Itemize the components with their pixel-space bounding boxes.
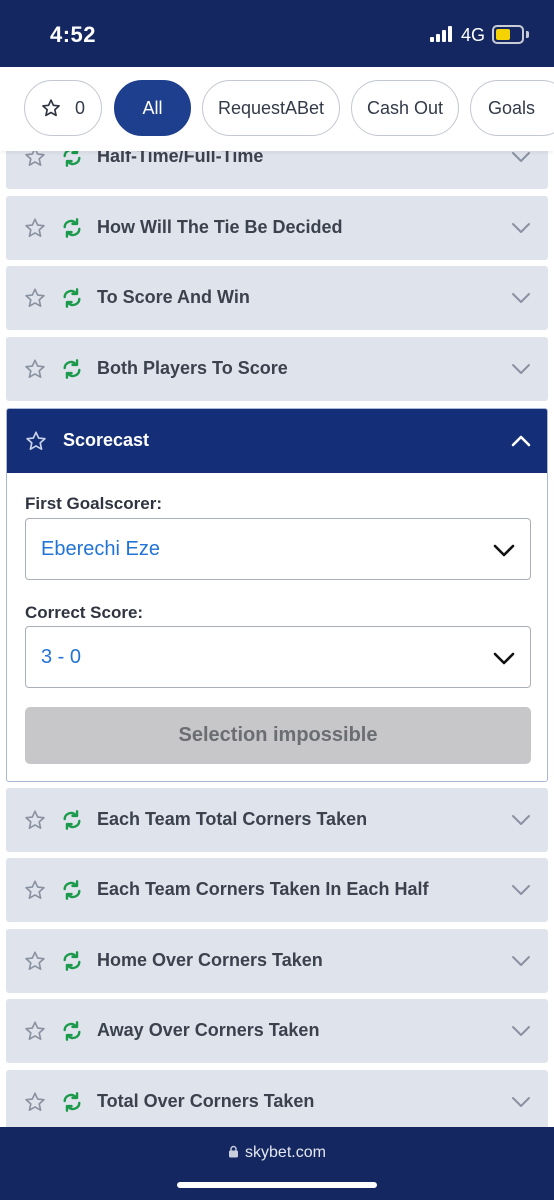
chevron-down-icon	[512, 956, 530, 966]
browser-bar: skybet.com	[0, 1127, 554, 1200]
correct-score-label: Correct Score:	[25, 603, 144, 622]
cash-out-icon	[63, 1092, 81, 1112]
battery-tip	[526, 31, 529, 38]
star-icon[interactable]	[24, 950, 46, 972]
network-type: 4G	[461, 25, 486, 45]
market-title: How Will The Tie Be Decided	[97, 217, 343, 237]
star-icon[interactable]	[24, 287, 46, 309]
first-goalscorer-select[interactable]: Eberechi Eze	[25, 518, 531, 580]
correct-score-value: 3 - 0	[41, 646, 82, 668]
cash-out-icon	[63, 218, 81, 238]
market-title: Each Team Corners Taken In Each Half	[97, 879, 429, 899]
star-icon[interactable]	[24, 1020, 46, 1042]
filter-pill-cash-out[interactable]: Cash Out	[351, 80, 459, 136]
star-icon[interactable]	[24, 217, 46, 239]
market-title: Each Team Total Corners Taken	[97, 809, 368, 829]
filter-bar: 0 All RequestABet Cash Out Goals	[0, 67, 554, 151]
chevron-down-icon	[512, 223, 530, 233]
market-row[interactable]: How Will The Tie Be Decided	[6, 196, 548, 260]
market-row[interactable]: Each Team Corners Taken In Each Half	[6, 858, 548, 922]
status-time: 4:52	[50, 22, 97, 47]
cash-out-icon	[63, 810, 81, 830]
filter-pill-goals[interactable]: Goals	[470, 80, 554, 136]
home-indicator[interactable]	[177, 1182, 377, 1188]
chevron-down-icon	[493, 544, 515, 557]
cash-out-icon	[63, 951, 81, 971]
favourites-filter-pill[interactable]: 0	[24, 80, 102, 136]
market-row[interactable]: Both Players To Score	[6, 337, 548, 401]
correct-score-select[interactable]: 3 - 0	[25, 626, 531, 688]
cash-out-icon	[63, 1021, 81, 1041]
market-row[interactable]: Total Over Corners Taken	[6, 1070, 548, 1134]
cash-out-icon	[63, 359, 81, 379]
market-row[interactable]: Away Over Corners Taken	[6, 999, 548, 1063]
chevron-up-icon	[511, 435, 531, 447]
chevron-down-icon	[512, 815, 530, 825]
selection-impossible-button[interactable]: Selection impossible	[25, 707, 531, 764]
address-bar[interactable]: skybet.com	[0, 1144, 554, 1162]
star-icon[interactable]	[25, 430, 47, 452]
scorecast-panel: Scorecast First Goalscorer: Eberechi Eze…	[6, 408, 548, 782]
chevron-down-icon	[512, 885, 530, 895]
market-title: Away Over Corners Taken	[97, 1020, 320, 1040]
chevron-down-icon	[493, 652, 515, 665]
star-icon[interactable]	[24, 358, 46, 380]
star-icon[interactable]	[24, 809, 46, 831]
scorecast-title: Scorecast	[63, 430, 150, 450]
market-title: Total Over Corners Taken	[97, 1091, 315, 1111]
market-title: Home Over Corners Taken	[97, 950, 323, 970]
market-title: To Score And Win	[97, 287, 250, 307]
chevron-down-icon	[512, 364, 530, 374]
first-goalscorer-label: First Goalscorer:	[25, 494, 162, 513]
favourites-count: 0	[74, 97, 85, 118]
star-icon[interactable]	[24, 879, 46, 901]
lock-icon	[229, 1145, 239, 1158]
market-row[interactable]: Home Over Corners Taken	[6, 929, 548, 993]
chevron-down-icon	[512, 1097, 530, 1107]
url-text: skybet.com	[245, 1144, 326, 1161]
scorecast-header[interactable]: Scorecast	[7, 409, 547, 473]
signal-icon	[430, 26, 454, 42]
market-title: Both Players To Score	[97, 358, 288, 378]
market-row[interactable]: Each Team Total Corners Taken	[6, 788, 548, 852]
star-icon	[42, 99, 60, 117]
chevron-down-icon	[512, 293, 530, 303]
star-icon[interactable]	[24, 1091, 46, 1113]
battery-icon	[492, 25, 524, 44]
market-row[interactable]: To Score And Win	[6, 266, 548, 330]
filter-pill-requestabet[interactable]: RequestABet	[202, 80, 340, 136]
chevron-down-icon	[512, 1026, 530, 1036]
first-goalscorer-value: Eberechi Eze	[41, 538, 160, 560]
filter-pill-all[interactable]: All	[114, 80, 191, 136]
cash-out-icon	[63, 880, 81, 900]
battery-level	[496, 29, 510, 40]
cash-out-icon	[63, 288, 81, 308]
page: 4:52 4G 0 All RequestABet Cash Out Goals…	[0, 0, 554, 1200]
status-bar: 4:52 4G	[0, 0, 554, 67]
